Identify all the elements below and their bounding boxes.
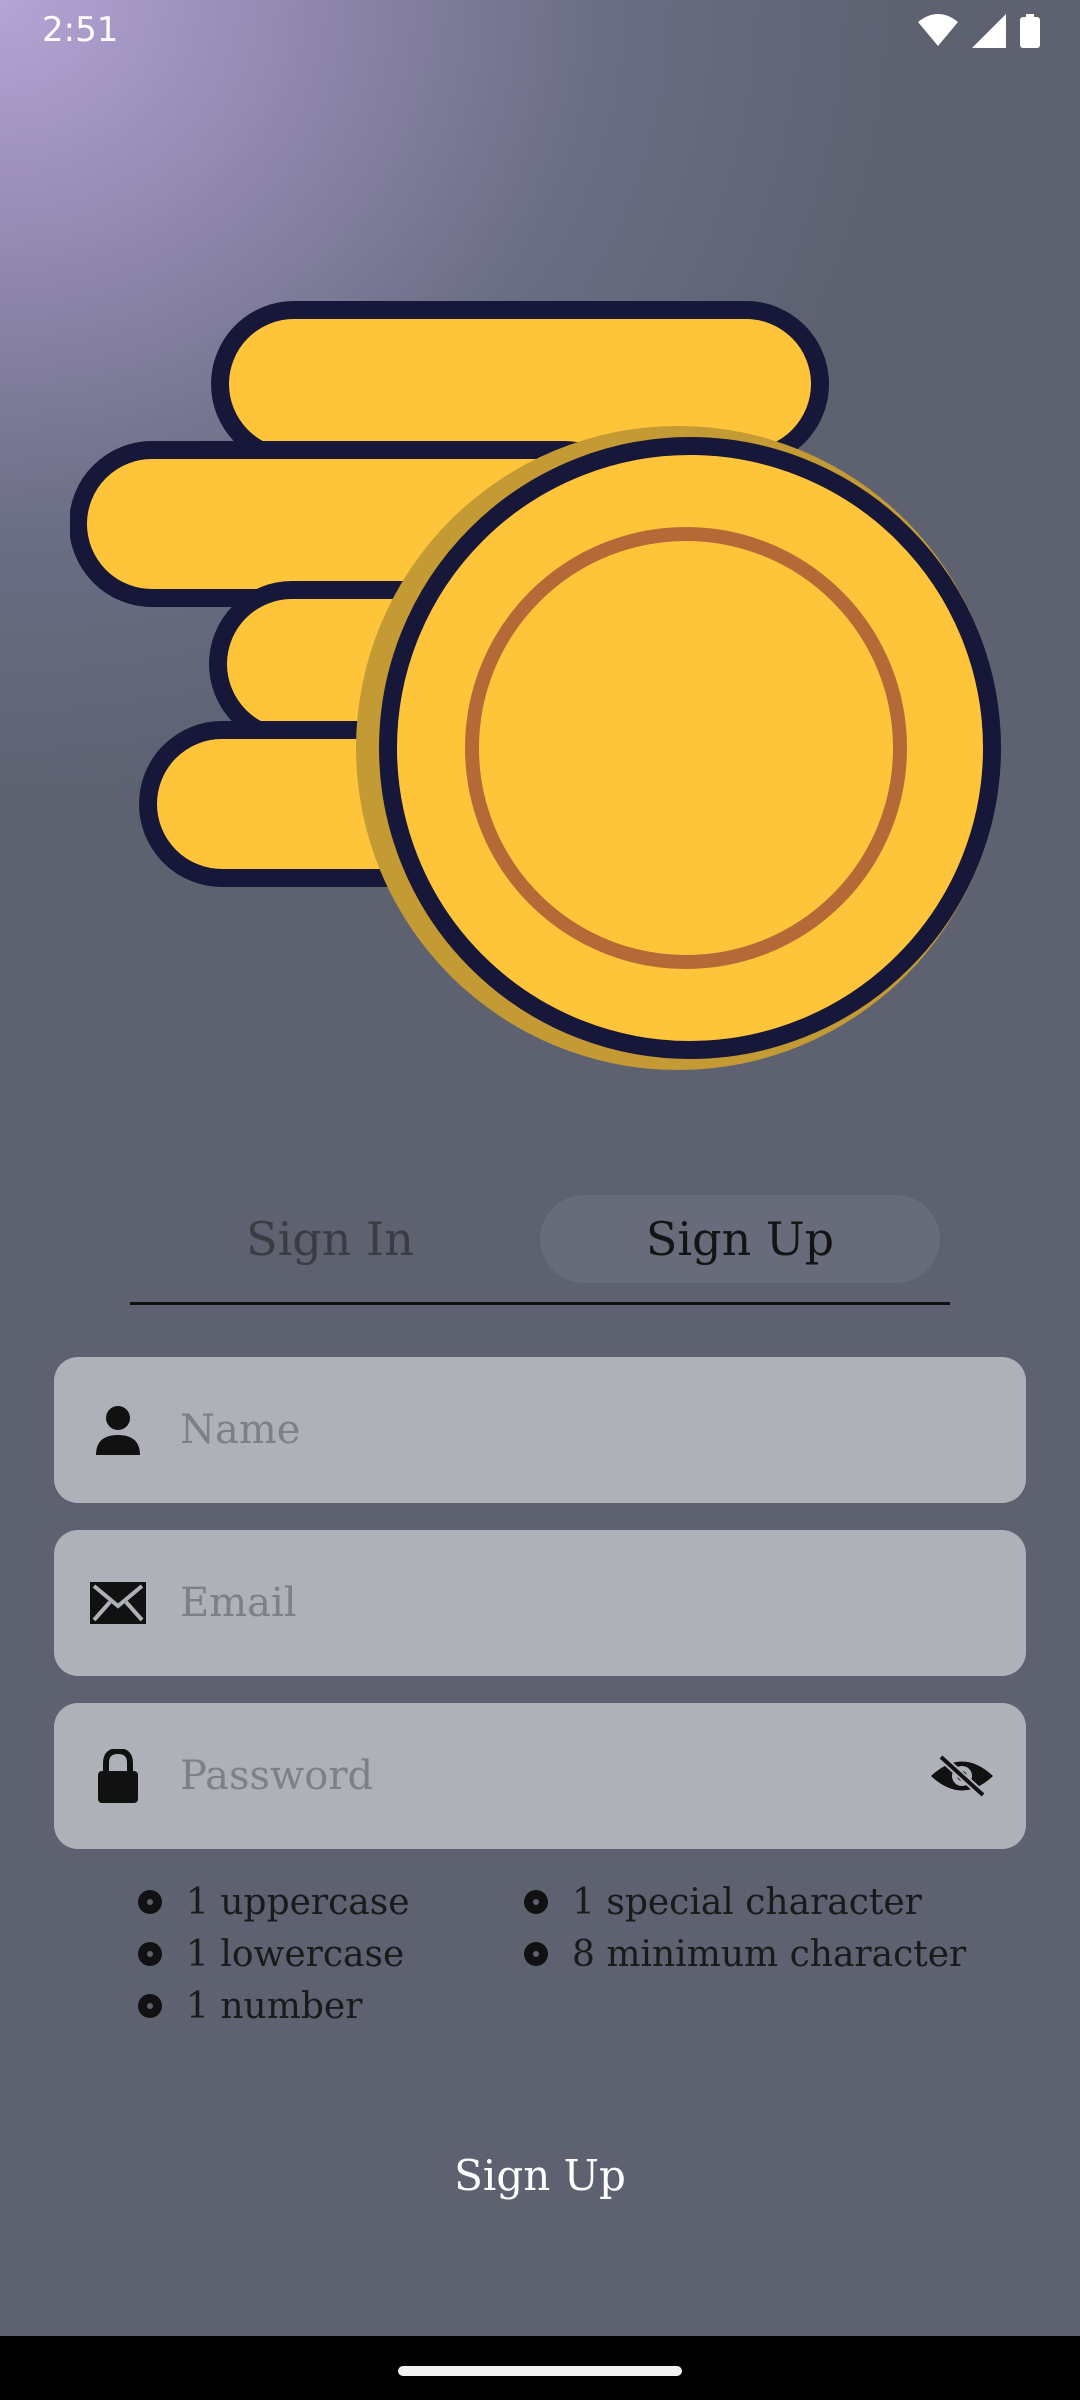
bullet-icon xyxy=(524,1890,548,1914)
rule-item: 1 number xyxy=(138,1980,410,2032)
tab-sign-in[interactable]: Sign In xyxy=(150,1195,510,1283)
sign-up-button[interactable]: Sign Up xyxy=(340,2130,740,2220)
bullet-icon xyxy=(138,1942,162,1966)
signal-icon xyxy=(972,14,1006,52)
rule-item: 1 special character xyxy=(524,1876,966,1928)
bullet-icon xyxy=(524,1942,548,1966)
rule-item: 1 uppercase xyxy=(138,1876,410,1928)
status-time: 2:51 xyxy=(42,10,119,50)
rule-item: 1 lowercase xyxy=(138,1928,410,1980)
bullet-icon xyxy=(138,1994,162,2018)
name-field xyxy=(54,1357,1026,1503)
email-field xyxy=(54,1530,1026,1676)
bullet-icon xyxy=(138,1890,162,1914)
rule-item: 8 minimum character xyxy=(524,1928,966,1980)
eye-off-icon[interactable] xyxy=(926,1746,998,1806)
password-input[interactable] xyxy=(180,1731,940,1821)
name-input[interactable] xyxy=(180,1385,940,1475)
status-bar: 2:51 xyxy=(0,0,1080,64)
auth-tabs: Sign In Sign Up xyxy=(130,1185,950,1305)
password-rules-left: 1 uppercase 1 lowercase 1 number xyxy=(138,1876,410,2032)
person-icon xyxy=(88,1400,148,1460)
battery-icon xyxy=(1020,14,1040,52)
home-indicator[interactable] xyxy=(398,2366,682,2376)
coins-stack-icon xyxy=(69,300,1010,1070)
password-rules-right: 1 special character 8 minimum character xyxy=(524,1876,966,1980)
lock-icon xyxy=(88,1746,148,1806)
email-input[interactable] xyxy=(180,1558,940,1648)
status-icons xyxy=(918,14,1040,52)
envelope-icon xyxy=(88,1573,148,1633)
password-field xyxy=(54,1703,1026,1849)
tab-sign-up[interactable]: Sign Up xyxy=(540,1195,940,1283)
wifi-icon xyxy=(918,14,958,52)
